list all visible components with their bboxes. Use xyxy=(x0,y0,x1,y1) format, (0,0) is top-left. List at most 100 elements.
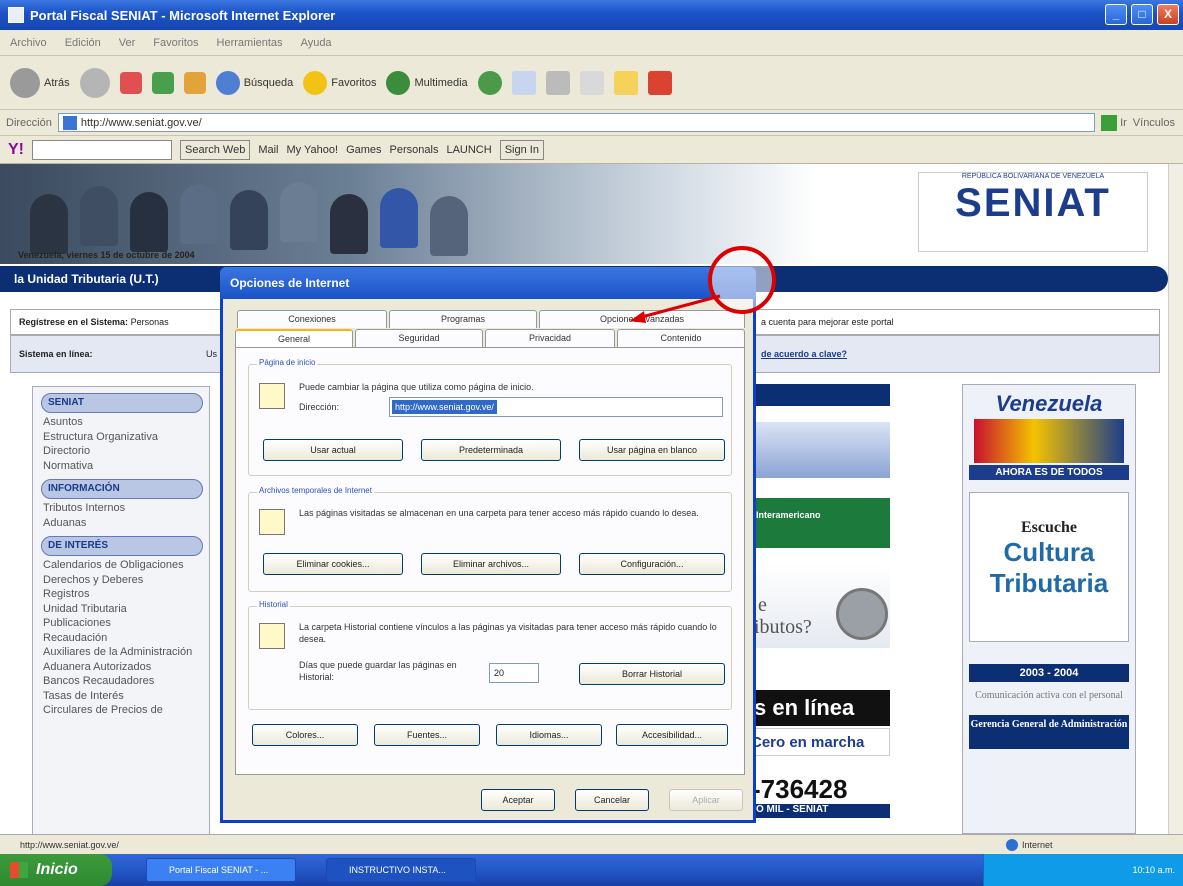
tributos-banner[interactable]: e ibutos? xyxy=(750,564,890,648)
clock[interactable]: 10:10 a.m. xyxy=(1132,865,1175,875)
window-titlebar: Portal Fiscal SENIAT - Microsoft Interne… xyxy=(0,0,1183,30)
tab-conexiones[interactable]: Conexiones xyxy=(237,310,387,328)
multimedia-button[interactable]: Multimedia xyxy=(386,70,468,95)
start-button[interactable]: Inicio xyxy=(0,854,112,886)
nav-item[interactable]: Tasas de Interés xyxy=(43,689,209,704)
use-current-button[interactable]: Usar actual xyxy=(263,439,403,461)
tab-privacidad[interactable]: Privacidad xyxy=(485,329,615,347)
nav-item[interactable]: Publicaciones xyxy=(43,616,209,631)
cultura-box[interactable]: Escuche Cultura Tributaria xyxy=(969,492,1129,642)
apply-button[interactable]: Aplicar xyxy=(669,789,743,811)
yahoo-search-input[interactable] xyxy=(32,139,172,160)
ok-button[interactable]: Aceptar xyxy=(481,789,555,811)
nav-item[interactable]: Circulares de Precios de xyxy=(43,703,209,718)
nav-head-seniat[interactable]: SENIAT xyxy=(41,393,203,413)
folder-button[interactable] xyxy=(613,70,638,95)
clear-history-button[interactable]: Borrar Historial xyxy=(579,663,725,685)
register-text[interactable]: Personas xyxy=(131,317,169,327)
tab-general[interactable]: General xyxy=(235,329,353,349)
yahoo-signin-button[interactable]: Sign In xyxy=(499,139,544,160)
nav-item[interactable]: Bancos Recaudadores xyxy=(43,674,209,689)
nav-item[interactable]: Estructura Organizativa xyxy=(43,430,209,445)
nav-item[interactable]: Auxiliares de la Administración Aduanera… xyxy=(43,645,209,674)
yahoo-mail-link[interactable]: Mail xyxy=(258,144,278,156)
favorites-button[interactable]: Favoritos xyxy=(303,70,376,95)
yahoo-games-link[interactable]: Games xyxy=(346,144,381,156)
nav-item[interactable]: Calendarios de Obligaciones xyxy=(43,558,209,573)
tab-seguridad[interactable]: Seguridad xyxy=(355,329,483,347)
maximize-button[interactable]: □ xyxy=(1131,4,1153,25)
yahoo-logo[interactable]: Y! xyxy=(8,141,24,159)
colors-button[interactable]: Colores... xyxy=(252,724,358,746)
close-button[interactable]: X xyxy=(1157,4,1179,25)
menu-favoritos[interactable]: Favoritos xyxy=(153,37,198,49)
history-days-spinner[interactable]: 20 xyxy=(489,663,539,683)
languages-button[interactable]: Idiomas... xyxy=(496,724,602,746)
delete-cookies-button[interactable]: Eliminar cookies... xyxy=(263,553,403,575)
yahoo-myyahoo-link[interactable]: My Yahoo! xyxy=(287,144,339,156)
taskbar-item-portal[interactable]: Portal Fiscal SENIAT - ... xyxy=(146,858,296,882)
yahoo-personals-link[interactable]: Personals xyxy=(390,144,439,156)
messenger-button[interactable] xyxy=(647,70,672,95)
comm-text[interactable]: Comunicación activa con el personal xyxy=(973,690,1125,701)
use-blank-button[interactable]: Usar página en blanco xyxy=(579,439,725,461)
menu-edicion[interactable]: Edición xyxy=(65,37,101,49)
interamericano-banner[interactable]: Interamericano xyxy=(750,498,890,548)
back-arrow-icon xyxy=(10,67,40,98)
accessibility-button[interactable]: Accesibilidad... xyxy=(616,724,728,746)
gerencia-bar[interactable]: Gerencia General de Administración xyxy=(969,715,1129,749)
history-button[interactable] xyxy=(477,70,502,95)
juna-banner[interactable] xyxy=(750,422,890,478)
home-address-input[interactable]: http://www.seniat.gov.ve/ xyxy=(389,397,723,417)
fonts-button[interactable]: Fuentes... xyxy=(374,724,480,746)
back-button[interactable]: Atrás xyxy=(10,67,70,98)
nav-item[interactable]: Tributos Internos xyxy=(43,501,209,516)
address-input[interactable]: http://www.seniat.gov.ve/ xyxy=(57,113,1096,132)
tab-programas[interactable]: Programas xyxy=(389,310,537,328)
home-button[interactable] xyxy=(183,71,206,94)
minimize-button[interactable]: _ xyxy=(1105,4,1127,25)
phone-number[interactable]: -736428 xyxy=(752,774,847,805)
forward-button[interactable] xyxy=(79,67,110,98)
nav-item[interactable]: Registros xyxy=(43,587,209,602)
menu-ver[interactable]: Ver xyxy=(119,37,136,49)
nav-head-interes[interactable]: DE INTERÉS xyxy=(41,536,203,556)
system-right-link[interactable]: de acuerdo a clave? xyxy=(761,336,847,372)
seniat-logo[interactable]: REPÚBLICA BOLIVARIANA DE VENEZUELA SENIA… xyxy=(918,172,1148,252)
cancel-button[interactable]: Cancelar xyxy=(575,789,649,811)
stop-button[interactable] xyxy=(119,71,142,94)
nav-item[interactable]: Derechos y Deberes xyxy=(43,573,209,588)
nav-item[interactable]: Directorio xyxy=(43,444,209,459)
search-button[interactable]: Búsqueda xyxy=(215,70,293,95)
default-button[interactable]: Predeterminada xyxy=(421,439,561,461)
menu-archivo[interactable]: Archivo xyxy=(10,37,47,49)
delete-files-button[interactable]: Eliminar archivos... xyxy=(421,553,561,575)
nav-item[interactable]: Normativa xyxy=(43,459,209,474)
register-right-text[interactable]: a cuenta para mejorar este portal xyxy=(761,310,894,334)
yahoo-search-button[interactable]: Search Web xyxy=(180,139,251,160)
temp-files-group: Archivos temporales de Internet Las pági… xyxy=(248,486,732,592)
nav-item[interactable]: Asuntos xyxy=(43,415,209,430)
print-button[interactable] xyxy=(545,70,570,95)
nav-head-informacion[interactable]: INFORMACIÓN xyxy=(41,479,203,499)
taskbar-item-instructivo[interactable]: INSTRUCTIVO INSTA... xyxy=(326,858,476,882)
nav-item[interactable]: Recaudación xyxy=(43,631,209,646)
nav-item[interactable]: Unidad Tributaria xyxy=(43,602,209,617)
yahoo-launch-link[interactable]: LAUNCH xyxy=(446,144,491,156)
page-scrollbar[interactable] xyxy=(1168,164,1183,834)
menu-herramientas[interactable]: Herramientas xyxy=(217,37,283,49)
settings-button[interactable]: Configuración... xyxy=(579,553,725,575)
tab-contenido[interactable]: Contenido xyxy=(617,329,745,347)
forward-arrow-icon xyxy=(79,67,110,98)
years-bar[interactable]: 2003 - 2004 xyxy=(969,664,1129,682)
refresh-button[interactable] xyxy=(151,71,174,94)
links-label[interactable]: Vínculos xyxy=(1133,117,1175,129)
mail-button[interactable] xyxy=(511,70,536,95)
go-button[interactable]: Ir xyxy=(1101,114,1127,131)
venezuela-title[interactable]: Venezuela xyxy=(963,391,1135,417)
edit-button[interactable] xyxy=(579,70,604,95)
menu-ayuda[interactable]: Ayuda xyxy=(301,37,332,49)
cero-banner[interactable]: Cero en marcha xyxy=(750,728,890,756)
enlinea-banner[interactable]: s en línea xyxy=(750,690,890,726)
nav-item[interactable]: Aduanas xyxy=(43,516,209,531)
